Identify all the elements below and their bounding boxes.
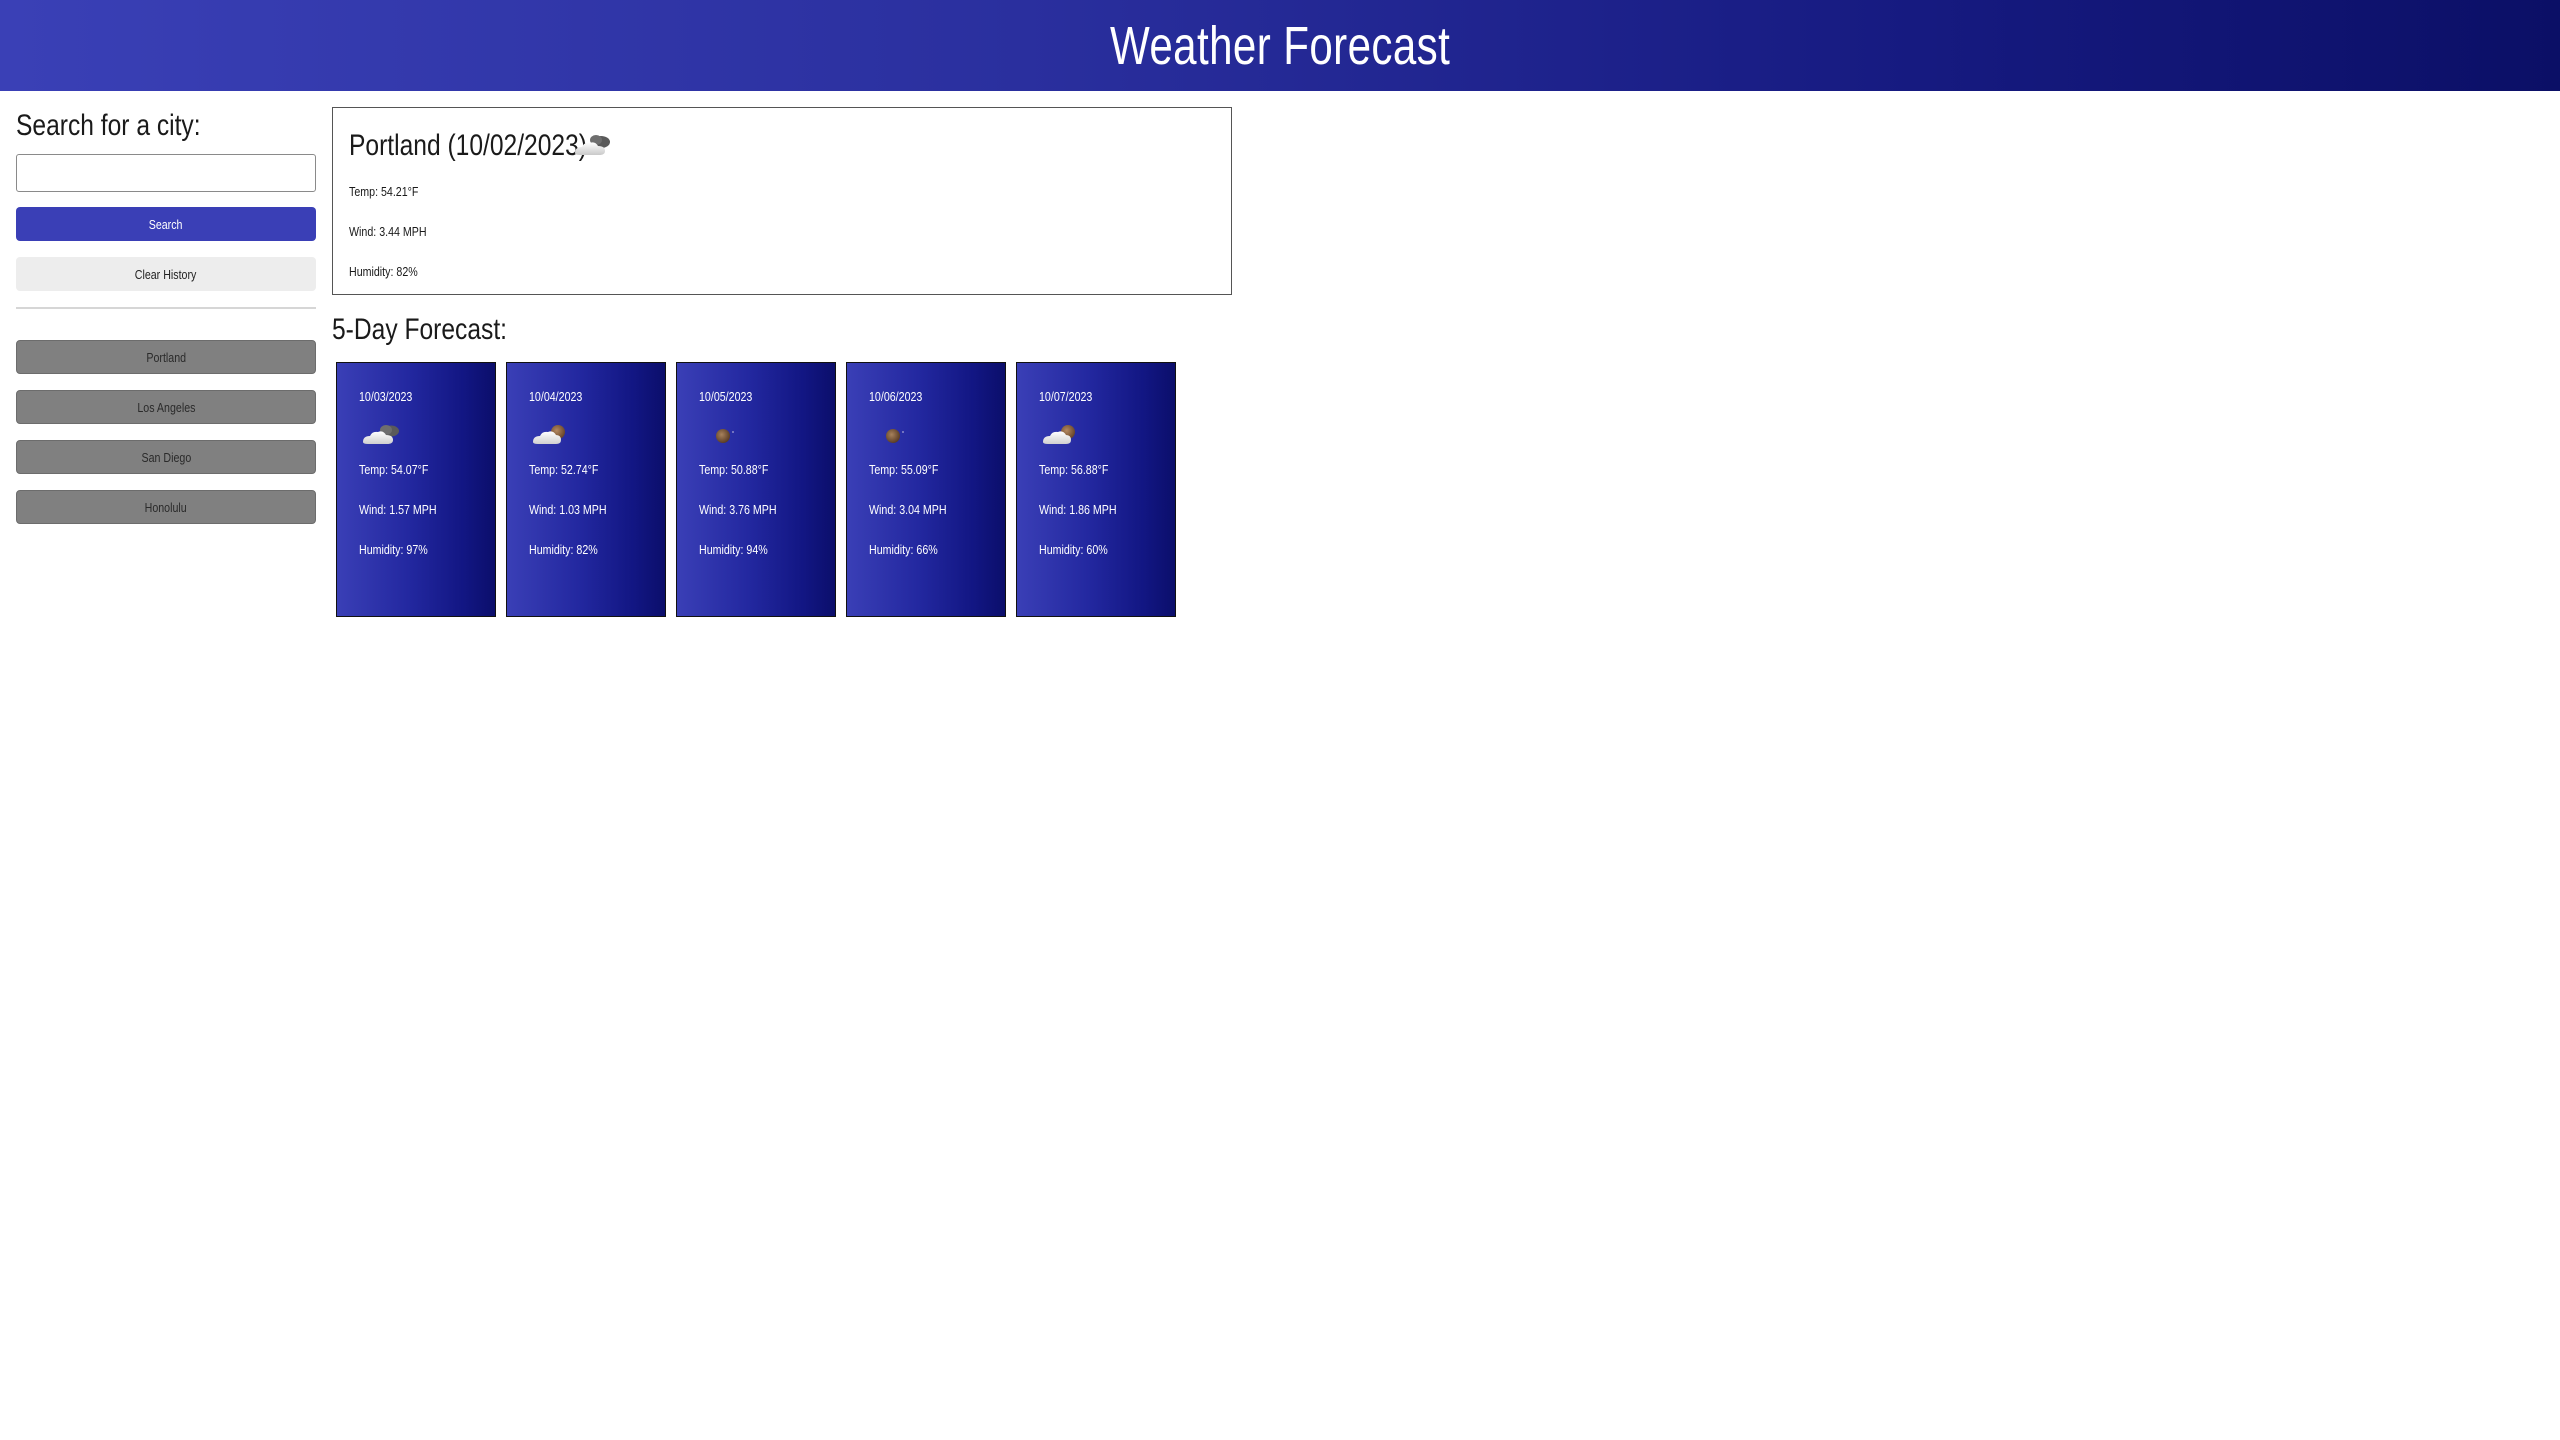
page-title: Weather Forecast (1109, 15, 1451, 76)
current-temp: Temp: 54.21°F (349, 184, 419, 199)
forecast-card: 10/07/2023 Temp: 56.88°F Wind: 1.86 MPH … (1016, 362, 1176, 617)
sidebar-divider (16, 307, 316, 309)
forecast-temp: Temp: 52.74°F (529, 462, 599, 477)
current-wind: Wind: 3.44 MPH (349, 224, 427, 239)
forecast-cards: 10/03/2023 Temp: 54.07°F Wind: 1.57 MPH … (336, 362, 1176, 617)
search-button[interactable]: Search (16, 207, 316, 241)
history-city-button[interactable]: Honolulu (16, 490, 316, 524)
history-city-label: San Diego (141, 449, 191, 465)
forecast-humidity: Humidity: 82% (529, 542, 598, 557)
current-city-title: Portland (10/02/2023) (349, 129, 587, 162)
history-city-label: Portland (146, 349, 186, 365)
forecast-card: 10/03/2023 Temp: 54.07°F Wind: 1.57 MPH … (336, 362, 496, 617)
forecast-date: 10/03/2023 (359, 389, 413, 404)
history-city-button[interactable]: San Diego (16, 440, 316, 474)
sidebar: Search for a city: Search Clear History … (16, 108, 316, 540)
forecast-date: 10/04/2023 (529, 389, 583, 404)
forecast-wind: Wind: 3.04 MPH (869, 502, 947, 517)
forecast-humidity: Humidity: 60% (1039, 542, 1108, 557)
forecast-card: 10/05/2023 Temp: 50.88°F Wind: 3.76 MPH … (676, 362, 836, 617)
history-city-button[interactable]: Los Angeles (16, 390, 316, 424)
moon-icon (699, 418, 813, 452)
clear-history-button-label: Clear History (135, 266, 197, 282)
forecast-card: 10/04/2023 Temp: 52.74°F Wind: 1.03 MPH … (506, 362, 666, 617)
forecast-wind: Wind: 1.86 MPH (1039, 502, 1117, 517)
forecast-date: 10/06/2023 (869, 389, 923, 404)
forecast-humidity: Humidity: 66% (869, 542, 938, 557)
forecast-wind: Wind: 3.76 MPH (699, 502, 777, 517)
search-button-label: Search (149, 216, 183, 232)
partly-cloudy-night-icon (529, 418, 643, 452)
forecast-humidity: Humidity: 94% (699, 542, 768, 557)
forecast-temp: Temp: 56.88°F (1039, 462, 1109, 477)
forecast-date: 10/05/2023 (699, 389, 753, 404)
forecast-wind: Wind: 1.03 MPH (529, 502, 607, 517)
search-heading: Search for a city: (16, 109, 201, 142)
forecast-temp: Temp: 50.88°F (699, 462, 769, 477)
partly-cloudy-night-icon (1039, 418, 1153, 452)
forecast-humidity: Humidity: 97% (359, 542, 428, 557)
forecast-temp: Temp: 55.09°F (869, 462, 939, 477)
city-search-input[interactable] (16, 154, 316, 192)
search-history-list: Portland Los Angeles San Diego Honolulu (16, 340, 316, 524)
forecast-heading: 5-Day Forecast: (332, 313, 507, 346)
app-header: Weather Forecast (0, 0, 2560, 91)
current-humidity: Humidity: 82% (349, 264, 418, 279)
history-city-label: Los Angeles (136, 399, 196, 415)
forecast-date: 10/07/2023 (1039, 389, 1093, 404)
forecast-card: 10/06/2023 Temp: 55.09°F Wind: 3.04 MPH … (846, 362, 1006, 617)
history-city-button[interactable]: Portland (16, 340, 316, 374)
forecast-temp: Temp: 54.07°F (359, 462, 429, 477)
history-city-label: Honolulu (144, 499, 188, 515)
cloudy-night-icon (571, 129, 615, 164)
moon-icon (869, 418, 983, 452)
current-weather-panel: Portland (10/02/2023) Temp: 54.21°F Wind… (332, 107, 1232, 295)
cloudy-night-icon (359, 418, 473, 452)
forecast-wind: Wind: 1.57 MPH (359, 502, 437, 517)
clear-history-button[interactable]: Clear History (16, 257, 316, 291)
